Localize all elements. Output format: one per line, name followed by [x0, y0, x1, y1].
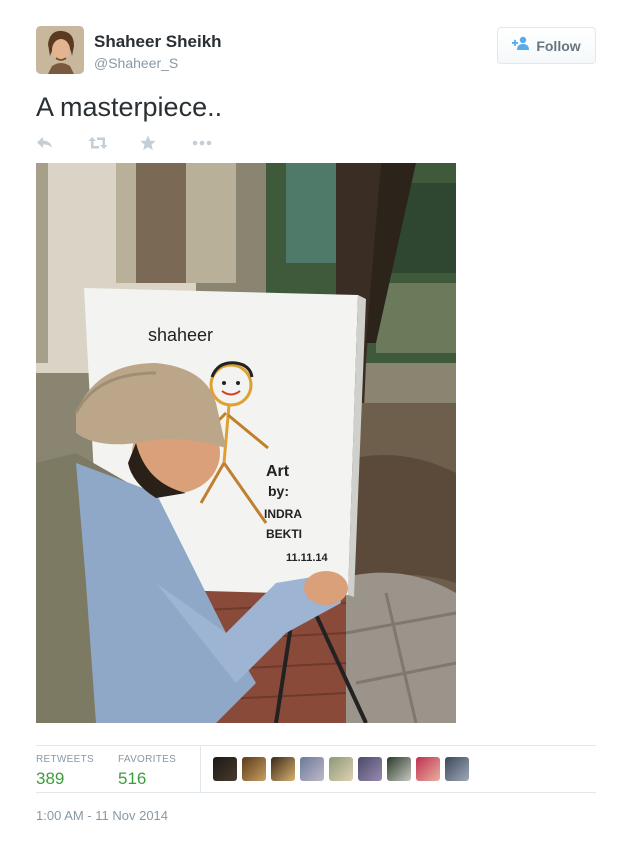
board-date-text: 11.11.14 — [286, 552, 328, 564]
user-full-name[interactable]: Shaheer Sheikh — [94, 32, 222, 52]
add-user-icon — [512, 36, 530, 55]
follow-button[interactable]: Follow — [497, 27, 596, 64]
user-names: Shaheer Sheikh @Shaheer_S — [94, 32, 222, 72]
favoriter-avatars — [213, 757, 469, 781]
favoriter-avatar[interactable] — [416, 757, 440, 781]
follow-button-label: Follow — [536, 37, 581, 54]
avatar[interactable] — [36, 26, 84, 74]
tweet-stats: RETWEETS 389 FAVORITES 516 — [36, 745, 596, 793]
favoriter-avatar[interactable] — [358, 757, 382, 781]
tweet-actions — [36, 133, 244, 153]
board-name-text: shaheer — [148, 325, 213, 345]
board-artist-last-text: BEKTI — [266, 527, 302, 541]
retweet-icon[interactable] — [88, 133, 140, 153]
retweets-count: 389 — [36, 769, 65, 788]
stats-divider — [200, 746, 201, 792]
more-icon[interactable] — [192, 133, 244, 153]
retweets-stat[interactable]: RETWEETS 389 — [36, 754, 94, 790]
favoriter-avatar[interactable] — [445, 757, 469, 781]
tweet-timestamp[interactable]: 1:00 AM - 11 Nov 2014 — [36, 808, 168, 823]
retweets-label: RETWEETS — [36, 754, 94, 765]
favorites-label: FAVORITES — [118, 754, 177, 765]
favorite-icon[interactable] — [140, 133, 192, 153]
board-art-text: Art — [266, 463, 290, 480]
board-artist-first-text: INDRA — [264, 507, 302, 521]
favoriter-avatar[interactable] — [213, 757, 237, 781]
favoriter-avatar[interactable] — [271, 757, 295, 781]
tweet-text: A masterpiece.. — [36, 92, 223, 122]
tweet-photo[interactable]: shaheer Art by: INDRA BEKTI 11.11.14 — [36, 163, 456, 723]
board-by-text: by: — [268, 483, 289, 499]
favoriter-avatar[interactable] — [242, 757, 266, 781]
reply-icon[interactable] — [36, 133, 88, 153]
favoriter-avatar[interactable] — [387, 757, 411, 781]
favoriter-avatar[interactable] — [329, 757, 353, 781]
favorites-stat[interactable]: FAVORITES 516 — [118, 754, 176, 790]
user-screen-name[interactable]: @Shaheer_S — [94, 54, 222, 72]
favoriter-avatar[interactable] — [300, 757, 324, 781]
favorites-count: 516 — [118, 769, 147, 788]
